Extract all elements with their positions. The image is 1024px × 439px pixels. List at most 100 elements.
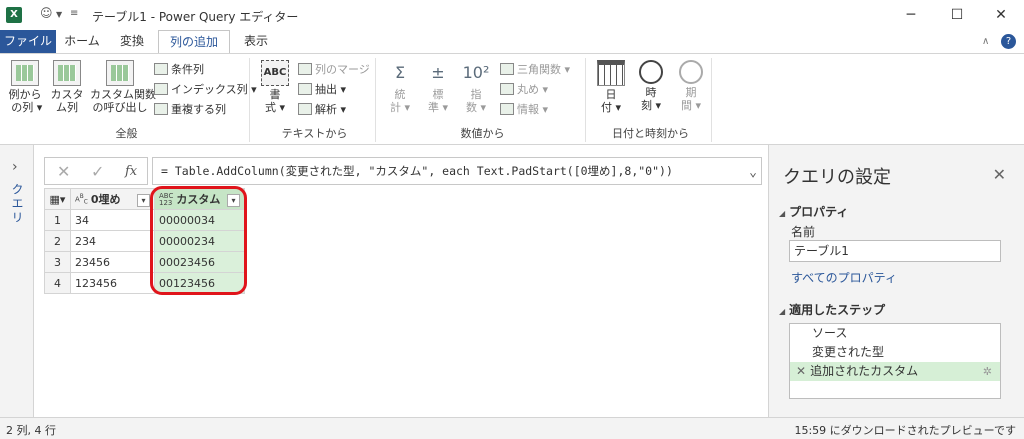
- expand-queries-icon[interactable]: ›: [12, 159, 18, 175]
- smiley-feedback-icon[interactable]: ☺: [40, 6, 53, 20]
- group-label-text: テキストから: [281, 127, 348, 140]
- index-column-button[interactable]: インデックス列 ▾: [154, 82, 257, 98]
- tab-add-column[interactable]: 列の追加: [158, 30, 230, 54]
- date-button[interactable]: 日 付 ▾: [594, 60, 628, 114]
- merge-columns-button[interactable]: 列のマージ: [298, 62, 370, 78]
- ribbon: 例から の列 ▾ カスタ ム列 カスタム関数 の呼び出し 条件列 インデックス列…: [0, 53, 1024, 145]
- group-label-general: 全般: [115, 127, 138, 140]
- invoke-function-icon: [106, 60, 134, 86]
- column-header-0[interactable]: ABC 0埋め ▾: [70, 188, 155, 210]
- cell[interactable]: 234: [70, 230, 155, 252]
- formula-cancel-icon[interactable]: ✕: [57, 162, 70, 181]
- cell[interactable]: 00023456: [154, 251, 245, 273]
- arithmetic-icon: ±: [431, 63, 445, 82]
- parse-button[interactable]: 解析 ▾: [298, 102, 346, 118]
- close-button[interactable]: ✕: [978, 0, 1024, 30]
- ribbon-group-number: Σ 統 計 ▾ ± 標 準 ▾ 10² 指 数 ▾ 三角関数 ▾ 丸め ▾ 情報…: [380, 58, 586, 142]
- table-row: 4 123456 00123456: [44, 272, 245, 294]
- index-column-icon: [154, 83, 168, 95]
- table-row: 1 34 00000034: [44, 209, 245, 231]
- tab-view[interactable]: 表示: [234, 30, 278, 53]
- status-row-count: 2 列, 4 行: [6, 424, 56, 437]
- clock-icon: [639, 60, 663, 84]
- cell[interactable]: 123456: [70, 272, 155, 294]
- standard-button[interactable]: ± 標 準 ▾: [420, 60, 456, 114]
- type-any-icon[interactable]: ABC: [75, 194, 88, 207]
- query-name-input[interactable]: テーブル1: [789, 240, 1001, 262]
- properties-header[interactable]: ◢ プロパティ: [779, 203, 848, 220]
- rounding-button[interactable]: 丸め ▾: [500, 82, 548, 98]
- cell[interactable]: 00123456: [154, 272, 245, 294]
- cell[interactable]: 23456: [70, 251, 155, 273]
- time-button[interactable]: 時 刻 ▾: [634, 60, 668, 112]
- formula-buttons: ✕ ✓ fx: [44, 157, 148, 185]
- calendar-icon: [597, 60, 625, 86]
- row-index[interactable]: 3: [44, 251, 71, 273]
- cell[interactable]: 00000234: [154, 230, 245, 252]
- collapse-triangle-icon: ◢: [779, 307, 786, 316]
- header-row: ▦▾ ABC 0埋め ▾ ABC 123 カスタム ▾: [44, 188, 245, 210]
- step-item-active[interactable]: ✕ 追加されたカスタム ✲: [790, 362, 1000, 381]
- parse-icon: [298, 103, 312, 115]
- help-icon[interactable]: ?: [1001, 34, 1016, 49]
- duration-button[interactable]: 期 間 ▾: [674, 60, 708, 112]
- column-header-1[interactable]: ABC 123 カスタム ▾: [154, 188, 245, 210]
- stopwatch-icon: [679, 60, 703, 84]
- settings-title: クエリの設定: [783, 167, 891, 188]
- row-index[interactable]: 1: [44, 209, 71, 231]
- type-abc123-icon[interactable]: ABC 123: [159, 193, 173, 207]
- step-item[interactable]: ソース: [790, 324, 1000, 343]
- formula-commit-icon[interactable]: ✓: [91, 162, 104, 181]
- merge-columns-icon: [298, 63, 312, 75]
- minimize-button[interactable]: ─: [888, 0, 934, 30]
- quick-access-icon[interactable]: ≡: [70, 8, 78, 19]
- format-button[interactable]: ABC 書 式 ▾: [258, 60, 292, 114]
- data-grid: ▦▾ ABC 0埋め ▾ ABC 123 カスタム ▾ 1 34 00000034 2 2…: [44, 188, 245, 294]
- all-properties-link[interactable]: すべてのプロパティ: [791, 269, 897, 286]
- invoke-custom-function-button[interactable]: カスタム関数 の呼び出し: [90, 60, 156, 114]
- gear-icon[interactable]: ✲: [983, 362, 992, 381]
- duplicate-column-button[interactable]: 重複する列: [154, 102, 226, 118]
- table-menu-icon[interactable]: ▦▾: [44, 188, 71, 210]
- applied-steps-header[interactable]: ◢ 適用したステップ: [779, 301, 885, 318]
- formula-expand-icon[interactable]: ⌄: [749, 160, 757, 184]
- close-icon[interactable]: ✕: [993, 165, 1006, 184]
- custom-column-button[interactable]: カスタ ム列: [48, 60, 86, 114]
- fx-icon[interactable]: fx: [125, 164, 137, 179]
- table-row: 2 234 00000234: [44, 230, 245, 252]
- column-from-examples-button[interactable]: 例から の列 ▾: [6, 60, 44, 114]
- statistics-button[interactable]: Σ 統 計 ▾: [382, 60, 418, 114]
- formula-bar: ✕ ✓ fx = Table.AddColumn(変更された型, "カスタム",…: [44, 157, 762, 185]
- cell[interactable]: 34: [70, 209, 155, 231]
- power-icon: 10²: [462, 63, 490, 82]
- ribbon-group-datetime: 日 付 ▾ 時 刻 ▾ 期 間 ▾ 日付と時刻から: [590, 58, 712, 142]
- custom-column-icon: [53, 60, 81, 86]
- tab-transform[interactable]: 変換: [110, 30, 154, 53]
- conditional-column-button[interactable]: 条件列: [154, 62, 204, 78]
- tab-home[interactable]: ホーム: [58, 30, 106, 53]
- trigonometry-button[interactable]: 三角関数 ▾: [500, 62, 570, 78]
- scientific-button[interactable]: 10² 指 数 ▾: [458, 60, 494, 114]
- tab-file[interactable]: ファイル: [0, 30, 56, 53]
- cell[interactable]: 00000034: [154, 209, 245, 231]
- dropdown-icon[interactable]: ▼: [56, 10, 62, 19]
- formula-input[interactable]: = Table.AddColumn(変更された型, "カスタム", each T…: [152, 157, 762, 185]
- row-index[interactable]: 4: [44, 272, 71, 294]
- filter-dropdown-icon[interactable]: ▾: [137, 194, 150, 207]
- excel-logo-icon: X: [6, 7, 22, 23]
- name-label: 名前: [791, 225, 816, 239]
- maximize-button[interactable]: ☐: [934, 0, 980, 30]
- duplicate-column-icon: [154, 103, 168, 115]
- queries-pane-label[interactable]: クエリ: [9, 183, 26, 225]
- filter-dropdown-icon[interactable]: ▾: [227, 194, 240, 207]
- step-item[interactable]: 変更された型: [790, 343, 1000, 362]
- information-button[interactable]: 情報 ▾: [500, 102, 548, 118]
- collapse-ribbon-icon[interactable]: ∧: [982, 36, 989, 47]
- window-title: テーブル1 - Power Query エディター: [92, 10, 299, 24]
- row-index[interactable]: 2: [44, 230, 71, 252]
- ribbon-group-general: 例から の列 ▾ カスタ ム列 カスタム関数 の呼び出し 条件列 インデックス列…: [4, 58, 257, 142]
- extract-button[interactable]: 抽出 ▾: [298, 82, 346, 98]
- extract-icon: [298, 83, 312, 95]
- ribbon-tabs: ファイル ホーム 変換 列の追加 表示 ∧ ?: [0, 30, 1024, 54]
- delete-step-icon[interactable]: ✕: [796, 364, 806, 378]
